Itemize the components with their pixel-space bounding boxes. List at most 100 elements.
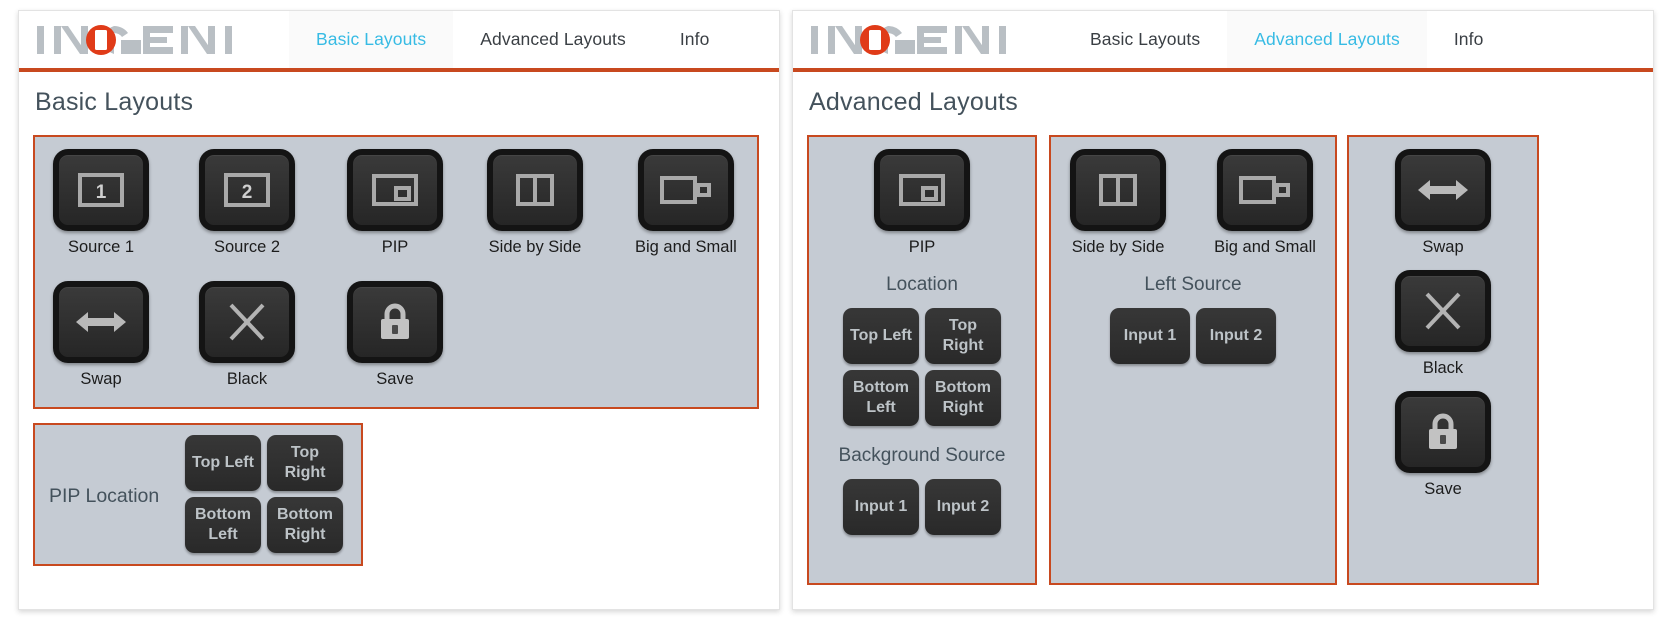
advanced-layout-label-pip: PIP <box>908 238 936 256</box>
black-button[interactable] <box>199 281 295 363</box>
layout-button-source-1[interactable]: 1 Source 1 <box>53 149 149 257</box>
advanced-layout-button-side-by-side[interactable]: Side by Side <box>1070 149 1167 257</box>
advanced-layout-button-swap[interactable]: Swap <box>1395 149 1491 257</box>
advanced-layout-button-black[interactable]: Black <box>1395 270 1491 378</box>
tab-advanced-layouts[interactable]: Advanced Layouts <box>453 11 653 68</box>
basic-layout-group: 1 Source 1 2 Source 2 PIP Side by Side B… <box>33 135 759 409</box>
layout-button-swap[interactable]: Swap <box>53 281 149 389</box>
window-advanced-layouts: Basic Layouts Advanced Layouts Info Adva… <box>792 10 1654 610</box>
side-by-side-button[interactable] <box>487 149 583 231</box>
x-icon <box>229 303 265 341</box>
tab-info-advanced[interactable]: Info <box>1427 11 1511 68</box>
page-title-basic: Basic Layouts <box>35 88 194 116</box>
swap-arrows-icon <box>1418 180 1468 200</box>
left-source-input-1[interactable]: Input 1 <box>1110 308 1190 364</box>
advanced-layout-label-save: Save <box>1424 480 1462 498</box>
advanced-layout-label-swap: Swap <box>1422 238 1464 256</box>
side-by-side-icon <box>1099 174 1138 206</box>
window-basic-layouts: Basic Layouts Advanced Layouts Info Basi… <box>18 10 780 610</box>
advanced-location-bottom-left[interactable]: Bottom Left <box>843 370 919 426</box>
tab-info[interactable]: Info <box>653 11 737 68</box>
background-source-grid: Input 1 Input 2 <box>843 479 1001 535</box>
advanced-location-top-left[interactable]: Top Left <box>843 308 919 364</box>
svg-text:1: 1 <box>96 182 107 203</box>
advanced-layout-button-pip[interactable]: PIP <box>874 149 970 257</box>
inogeni-logo <box>19 11 243 68</box>
x-icon <box>1425 292 1461 330</box>
layout-label-save: Save <box>376 370 414 388</box>
layout-label-source-2: Source 2 <box>213 238 281 256</box>
left-source-section-label: Left Source <box>1144 274 1242 295</box>
pip-location-top-right[interactable]: Top Right <box>267 435 343 491</box>
inogeni-logo-advanced <box>793 11 1017 68</box>
page-title-advanced: Advanced Layouts <box>809 88 1018 116</box>
pip-location-label: PIP Location <box>49 485 160 507</box>
big-and-small-icon <box>1239 176 1290 204</box>
source-1-button[interactable]: 1 <box>53 149 149 231</box>
pip-icon <box>899 174 945 206</box>
side-by-side-icon <box>516 174 554 206</box>
top-bar-basic: Basic Layouts Advanced Layouts Info <box>19 11 779 72</box>
source-1-icon: 1 <box>78 173 124 207</box>
tab-bar-basic: Basic Layouts Advanced Layouts Info <box>289 11 736 68</box>
layout-button-black[interactable]: Black <box>199 281 295 389</box>
advanced-swap-button[interactable] <box>1395 149 1491 231</box>
location-section-label: Location <box>886 274 958 295</box>
advanced-split-group: Side by Side Big and Small Left Source I… <box>1049 135 1337 585</box>
layout-label-source-1: Source 1 <box>67 238 135 256</box>
advanced-layout-button-save[interactable]: Save <box>1395 391 1491 499</box>
advanced-save-button[interactable] <box>1395 391 1491 473</box>
svg-text:2: 2 <box>242 182 253 203</box>
advanced-location-top-right[interactable]: Top Right <box>925 308 1001 364</box>
layout-button-pip[interactable]: PIP <box>347 149 443 257</box>
tab-advanced-layouts-advanced[interactable]: Advanced Layouts <box>1227 11 1427 68</box>
layout-button-side-by-side[interactable]: Side by Side <box>487 149 583 257</box>
tab-basic-layouts[interactable]: Basic Layouts <box>289 11 454 68</box>
background-source-input-1[interactable]: Input 1 <box>843 479 919 535</box>
advanced-big-and-small-button[interactable] <box>1217 149 1313 231</box>
advanced-pip-group: PIP Location Top Left Top Right Bottom L… <box>807 135 1037 585</box>
swap-arrows-icon <box>76 312 126 332</box>
left-source-grid: Input 1 Input 2 <box>1110 308 1276 364</box>
tab-basic-layouts-advanced[interactable]: Basic Layouts <box>1063 11 1227 68</box>
advanced-layout-button-big-and-small[interactable]: Big and Small <box>1214 149 1316 257</box>
background-source-input-2[interactable]: Input 2 <box>925 479 1001 535</box>
layout-button-save[interactable]: Save <box>347 281 443 389</box>
layout-label-side-by-side: Side by Side <box>488 238 582 256</box>
pip-location-bottom-left[interactable]: Bottom Left <box>185 497 261 553</box>
source-2-button[interactable]: 2 <box>199 149 295 231</box>
tab-bar-advanced: Basic Layouts Advanced Layouts Info <box>1063 11 1510 68</box>
advanced-pip-button[interactable] <box>874 149 970 231</box>
pip-icon <box>372 174 418 206</box>
basic-layout-row-2: Swap Black Save <box>35 269 757 409</box>
big-and-small-icon <box>659 176 711 204</box>
layout-button-big-and-small[interactable]: Big and Small <box>635 149 737 257</box>
source-2-icon: 2 <box>224 173 270 207</box>
lock-icon <box>1429 413 1457 449</box>
advanced-location-bottom-right[interactable]: Bottom Right <box>925 370 1001 426</box>
screenshot-stage: Basic Layouts Advanced Layouts Info Basi… <box>0 0 1665 635</box>
advanced-side-by-side-button[interactable] <box>1070 149 1167 231</box>
pip-location-group: PIP Location Top Left Top Right Bottom L… <box>33 423 363 566</box>
basic-layout-row-1: 1 Source 1 2 Source 2 PIP Side by Side B… <box>35 137 757 279</box>
left-source-input-2[interactable]: Input 2 <box>1196 308 1276 364</box>
layout-button-source-2[interactable]: 2 Source 2 <box>199 149 295 257</box>
layout-label-black: Black <box>226 370 268 388</box>
layout-label-swap: Swap <box>80 370 122 388</box>
pip-location-bottom-right[interactable]: Bottom Right <box>267 497 343 553</box>
pip-location-top-left[interactable]: Top Left <box>185 435 261 491</box>
advanced-layout-label-side-by-side: Side by Side <box>1071 238 1165 256</box>
lock-icon <box>381 303 409 339</box>
pip-location-grid: Top Left Top Right Bottom Left Bottom Ri… <box>185 435 343 553</box>
pip-button[interactable] <box>347 149 443 231</box>
big-and-small-button[interactable] <box>637 149 734 231</box>
save-button[interactable] <box>347 281 443 363</box>
inogeni-logo-mark-advanced <box>811 24 1006 55</box>
advanced-location-grid: Top Left Top Right Bottom Left Bottom Ri… <box>843 308 1001 426</box>
background-source-section-label: Background Source <box>838 445 1006 466</box>
inogeni-logo-mark <box>37 24 232 55</box>
advanced-black-button[interactable] <box>1395 270 1491 352</box>
layout-label-pip: PIP <box>381 238 409 256</box>
layout-label-big-and-small: Big and Small <box>635 238 737 256</box>
swap-button[interactable] <box>53 281 149 363</box>
